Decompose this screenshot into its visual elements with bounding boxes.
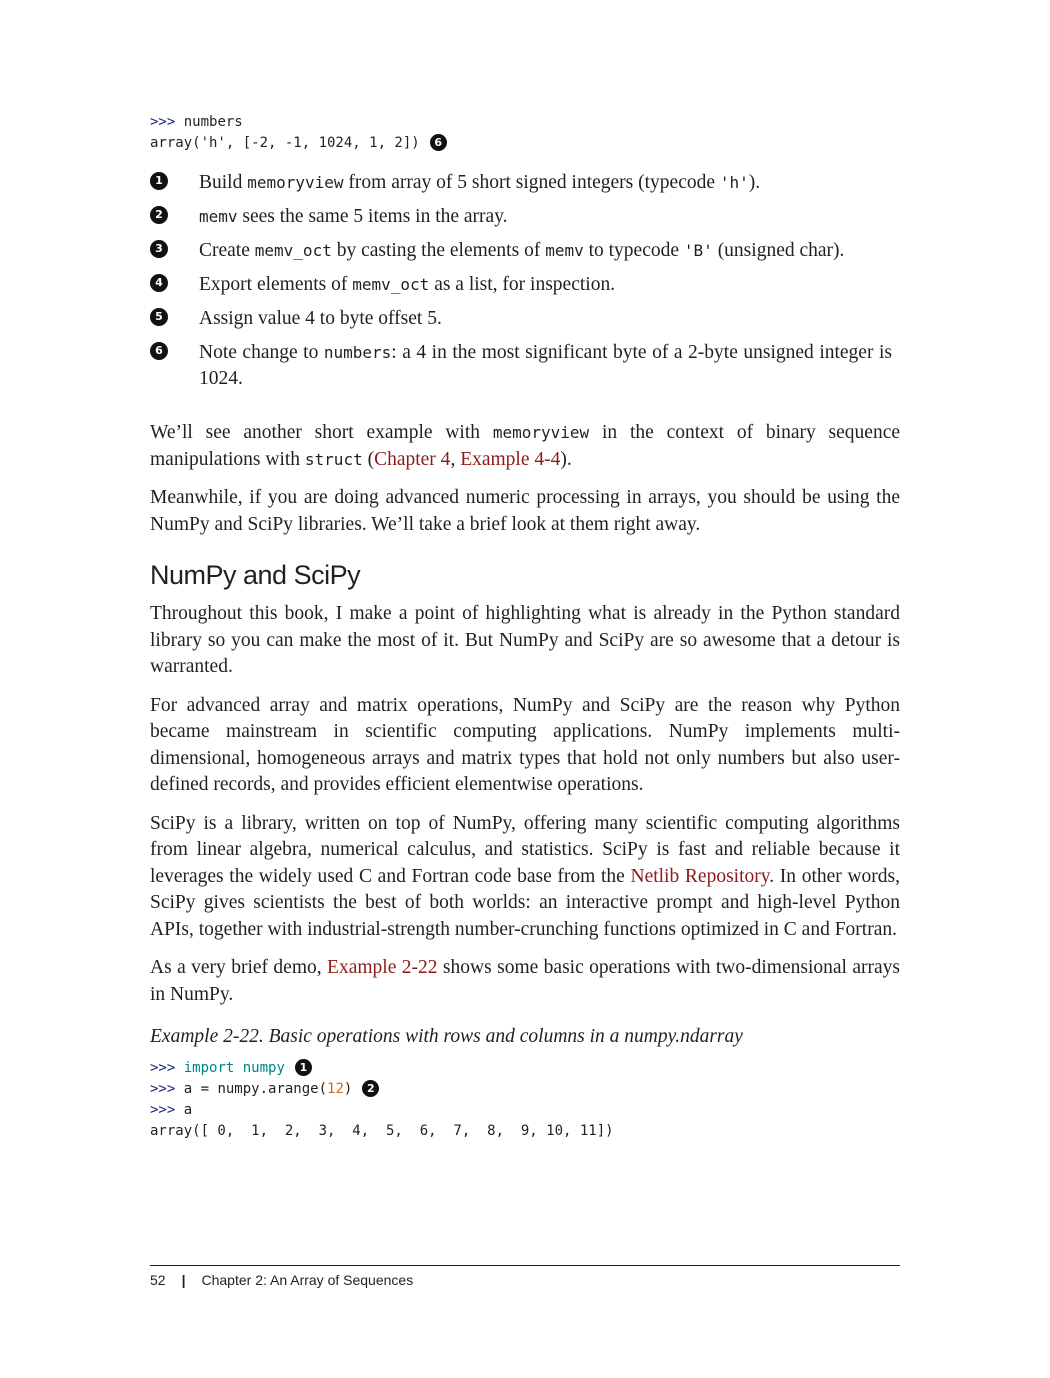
callout-3-icon: 3: [150, 240, 168, 258]
code-line: numbers: [175, 114, 243, 130]
example-caption: Example 2-22. Basic operations with rows…: [150, 1026, 743, 1047]
chapter-title: Chapter 2: An Array of Sequences: [201, 1272, 414, 1288]
link-example-4-4[interactable]: Example 4-4: [460, 449, 560, 470]
code-block-top: >>> numbers array('h', [-2, -1, 1024, 1,…: [150, 112, 900, 154]
page-footer: 52 | Chapter 2: An Array of Sequences: [150, 1272, 413, 1288]
footer-divider: [150, 1265, 900, 1266]
note-text: Note change to numbers: a 4 in the most …: [199, 342, 892, 389]
footer-separator: |: [181, 1272, 186, 1288]
paragraph: Throughout this book, I make a point of …: [150, 603, 900, 677]
callout-2-icon: 2: [362, 1079, 380, 1097]
page-number: 52: [150, 1272, 166, 1288]
callout-1-icon: 1: [294, 1058, 312, 1076]
note-text: memv sees the same 5 items in the array.: [199, 206, 508, 227]
note-text: Export elements of memv_oct as a list, f…: [199, 274, 616, 295]
code-prompt: >>>: [150, 114, 176, 130]
note-item: 2 memv sees the same 5 items in the arra…: [150, 204, 900, 230]
code-line: array('h', [-2, -1, 1024, 1, 2]): [150, 135, 420, 151]
link-example-2-22[interactable]: Example 2-22: [327, 957, 437, 978]
callout-1-icon: 1: [150, 172, 168, 190]
callout-notes: 1 Build memoryview from array of 5 short…: [150, 170, 900, 392]
note-text: Create memv_oct by casting the elements …: [199, 240, 845, 261]
callout-5-icon: 5: [150, 308, 168, 326]
note-item: 1 Build memoryview from array of 5 short…: [150, 170, 900, 196]
section-heading: NumPy and SciPy: [150, 560, 361, 590]
page-body: >>> numbers array('h', [-2, -1, 1024, 1,…: [150, 112, 900, 1142]
callout-2-icon: 2: [150, 206, 168, 224]
note-item: 3 Create memv_oct by casting the element…: [150, 238, 900, 264]
note-text: Build memoryview from array of 5 short s…: [199, 172, 761, 193]
paragraph: For advanced array and matrix operations…: [150, 694, 900, 796]
link-netlib-repository[interactable]: Netlib Repository: [630, 866, 769, 887]
note-item: 6 Note change to numbers: a 4 in the mos…: [150, 340, 900, 392]
code-block-bottom: >>> import numpy 1 >>> a = numpy.arange(1…: [150, 1058, 614, 1139]
link-chapter-4[interactable]: Chapter 4: [374, 449, 450, 470]
note-text: Assign value 4 to byte offset 5.: [199, 308, 442, 329]
note-item: 5 Assign value 4 to byte offset 5.: [150, 306, 900, 332]
callout-6-icon: 6: [429, 133, 447, 151]
paragraph: As a very brief demo, Example 2-22 shows…: [150, 957, 900, 1005]
note-item: 4 Export elements of memv_oct as a list,…: [150, 272, 900, 298]
paragraph: We’ll see another short example with mem…: [150, 422, 900, 470]
callout-4-icon: 4: [150, 274, 168, 292]
paragraph: Meanwhile, if you are doing advanced num…: [150, 487, 900, 535]
paragraph: SciPy is a library, written on top of Nu…: [150, 812, 900, 940]
callout-6-icon: 6: [150, 342, 168, 360]
